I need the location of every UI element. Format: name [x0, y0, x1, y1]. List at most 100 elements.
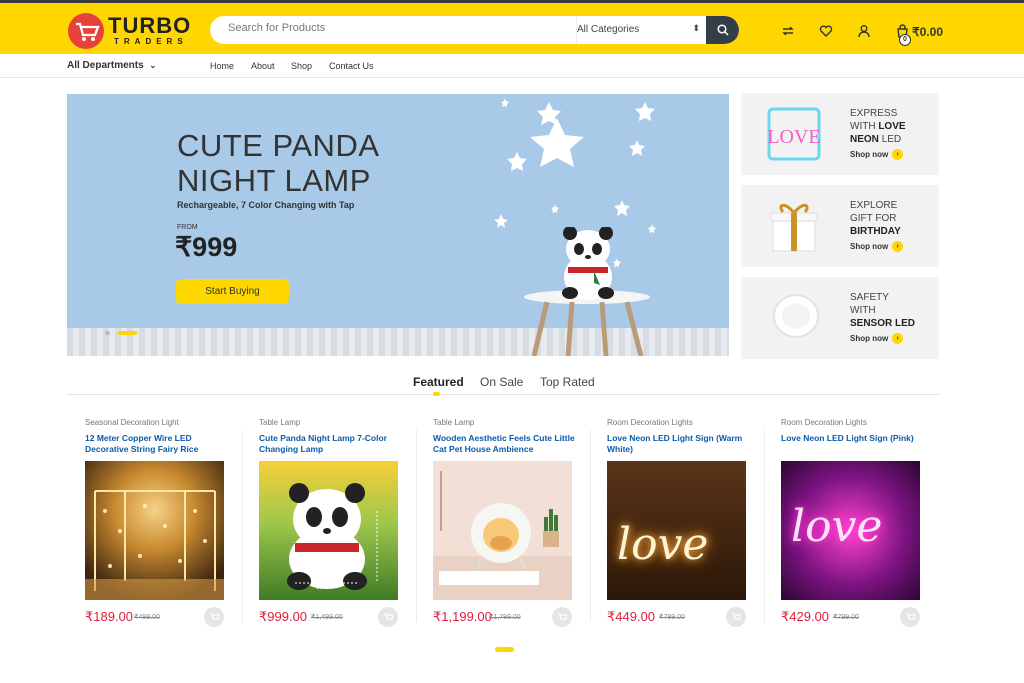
hero-subtitle: Rechargeable, 7 Color Changing with Tap	[177, 200, 355, 210]
tab-featured[interactable]: Featured	[413, 375, 464, 389]
product-card[interactable]: Table Lamp Wooden Aesthetic Feels Cute L…	[415, 414, 589, 632]
product-price: ₹429.00	[781, 609, 830, 624]
slide-dot-2[interactable]	[118, 331, 137, 335]
product-category[interactable]: Table Lamp	[259, 418, 300, 427]
product-name[interactable]: Love Neon LED Light Sign (Pink)	[781, 433, 926, 444]
product-card[interactable]: Table Lamp Cute Panda Night Lamp 7-Color…	[241, 414, 415, 632]
sensor-light-image	[773, 294, 819, 338]
carousel-pager-dot[interactable]	[495, 647, 514, 652]
product-card[interactable]: Room Decoration Lights Love Neon LED Lig…	[589, 414, 763, 632]
hero-slider[interactable]: CUTE PANDA NIGHT LAMP Rechargeable, 7 Co…	[67, 94, 729, 356]
product-name[interactable]: 12 Meter Copper Wire LED Decorative Stri…	[85, 433, 230, 455]
pink-love-sign: love	[791, 501, 883, 552]
cart-icon	[558, 613, 567, 620]
cart-icon	[384, 613, 393, 620]
add-to-cart-button[interactable]	[552, 607, 572, 627]
active-tab-indicator	[433, 392, 440, 396]
shop-now-label: Shop now	[850, 242, 889, 251]
hero-title-line2: NIGHT LAMP	[177, 163, 371, 198]
product-price: ₹189.00	[85, 609, 134, 624]
product-old-price: ₹499.00	[134, 614, 160, 621]
product-image[interactable]: love	[607, 461, 746, 600]
product-old-price: ₹1,499.00	[311, 614, 343, 621]
add-to-cart-button[interactable]	[378, 607, 398, 627]
product-price: ₹1,199.00	[433, 609, 492, 624]
user-icon[interactable]	[855, 22, 873, 40]
side-banner-neon[interactable]: LOVE EXPRESS WITH LOVE NEON LED Shop now…	[741, 93, 939, 175]
all-departments-menu[interactable]: All Departments ⌄	[67, 60, 156, 71]
chevron-right-icon: ›	[892, 333, 904, 344]
side-line1: SAFETY	[850, 292, 889, 303]
tab-on-sale[interactable]: On Sale	[480, 375, 523, 389]
cart-icon	[906, 613, 915, 620]
svg-text:LOVE: LOVE	[767, 126, 820, 148]
search-icon	[716, 24, 729, 36]
add-to-cart-button[interactable]	[900, 607, 920, 627]
nav-link-shop[interactable]: Shop	[291, 61, 312, 71]
cart-count-badge: 0	[899, 34, 911, 46]
image-dimension-label: 10 CM	[316, 585, 334, 591]
heart-icon[interactable]	[817, 22, 835, 40]
shop-now-link[interactable]: Shop now ›	[850, 149, 904, 160]
tab-top-rated[interactable]: Top Rated	[540, 375, 595, 389]
shop-now-link[interactable]: Shop now ›	[850, 241, 904, 252]
category-select[interactable]: All Categories ⬍	[576, 16, 706, 44]
site-header: TURBO TRADERS All Categories ⬍ 0 ₹0.00	[0, 3, 1024, 54]
panda-lamp-photo	[287, 483, 378, 590]
logo[interactable]: TURBO TRADERS	[68, 11, 192, 49]
add-to-cart-button[interactable]	[204, 607, 224, 627]
slide-dot-1[interactable]	[105, 331, 110, 335]
product-image[interactable]: love	[781, 461, 920, 600]
brand-subtitle: TRADERS	[114, 37, 188, 46]
hero-price: ₹999	[175, 232, 238, 262]
product-name[interactable]: Cute Panda Night Lamp 7-Color Changing L…	[259, 433, 404, 455]
shop-now-link[interactable]: Shop now ›	[850, 333, 904, 344]
side-line1: EXPRESS	[850, 108, 898, 119]
nav-link-home[interactable]: Home	[210, 61, 234, 71]
side-bold2: NEON	[850, 134, 879, 145]
product-price: ₹999.00	[259, 609, 308, 624]
compare-icon[interactable]	[779, 22, 797, 40]
side-tail: LED	[881, 134, 902, 145]
side-banner-gift[interactable]: EXPLORE GIFT FOR BIRTHDAY Shop now ›	[741, 185, 939, 267]
main-nav: All Departments ⌄ Home About Shop Contac…	[0, 54, 1024, 78]
side-line2: GIFT FOR	[850, 213, 897, 224]
add-to-cart-button[interactable]	[726, 607, 746, 627]
product-old-price: ₹1,799.00	[489, 614, 521, 621]
nav-link-contact[interactable]: Contact Us	[329, 61, 374, 71]
start-buying-button[interactable]: Start Buying	[176, 279, 289, 304]
product-image[interactable]	[85, 461, 224, 600]
all-departments-label: All Departments	[67, 60, 144, 71]
side-banner-text: EXPLORE GIFT FOR BIRTHDAY	[850, 199, 901, 238]
product-category[interactable]: Room Decoration Lights	[781, 418, 867, 427]
category-select-label: All Categories	[577, 24, 640, 35]
product-image[interactable]	[433, 461, 572, 600]
search-input[interactable]	[228, 22, 558, 34]
chevron-right-icon: ›	[892, 149, 904, 160]
product-category[interactable]: Seasonal Decoration Light	[85, 418, 179, 427]
side-banner-text: SAFETY WITH SENSOR LED	[850, 291, 915, 330]
side-line1: EXPLORE	[850, 200, 898, 211]
cart-icon	[732, 613, 741, 620]
side-banner-sensor[interactable]: SAFETY WITH SENSOR LED Shop now ›	[741, 277, 939, 359]
product-image[interactable]: 10 CM	[259, 461, 398, 600]
love-neon-image: LOVE	[767, 107, 821, 161]
side-bold1: LOVE	[878, 121, 906, 132]
chevron-right-icon: ›	[892, 241, 904, 252]
select-arrow-icon: ⬍	[692, 23, 700, 33]
product-category[interactable]: Table Lamp	[433, 418, 474, 427]
warm-love-sign: love	[617, 519, 709, 570]
product-category[interactable]: Room Decoration Lights	[607, 418, 693, 427]
product-card[interactable]: Room Decoration Lights Love Neon LED Lig…	[763, 414, 937, 632]
hero-title: CUTE PANDA NIGHT LAMP	[177, 128, 380, 198]
product-card[interactable]: Seasonal Decoration Light 12 Meter Coppe…	[67, 414, 241, 632]
side-line2: WITH	[850, 121, 876, 132]
hero-from-label: FROM	[177, 224, 198, 231]
cart-total[interactable]: ₹0.00	[912, 25, 943, 39]
cat-house-lamp-photo	[433, 471, 572, 600]
search-button[interactable]	[706, 16, 739, 44]
panda-lamp-image	[562, 227, 614, 300]
product-name[interactable]: Wooden Aesthetic Feels Cute Little Cat P…	[433, 433, 578, 455]
nav-link-about[interactable]: About	[251, 61, 275, 71]
product-name[interactable]: Love Neon LED Light Sign (Warm White)	[607, 433, 752, 455]
